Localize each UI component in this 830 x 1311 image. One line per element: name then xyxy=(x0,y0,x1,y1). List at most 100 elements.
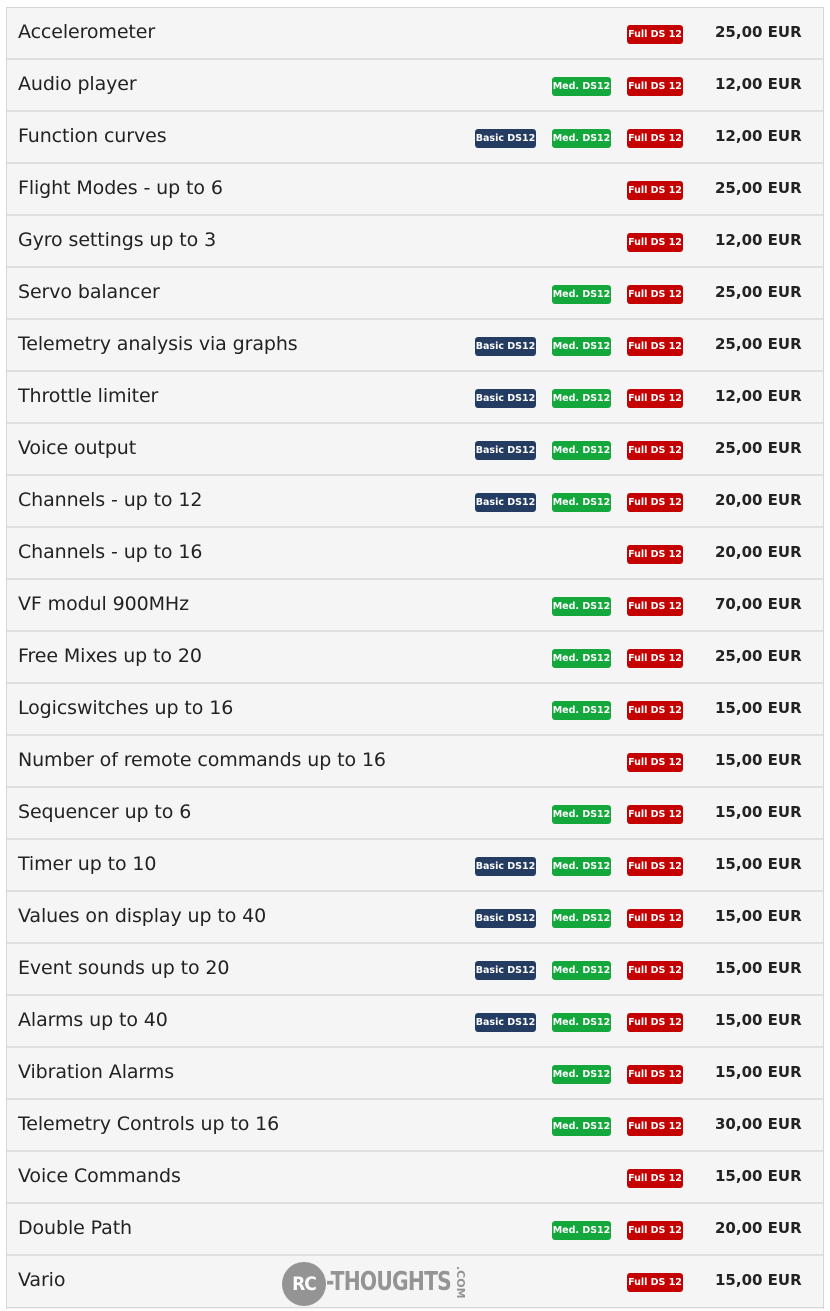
table-row: Audio player Med. DS12 Full DS 12 12,00 EUR xyxy=(7,60,823,112)
full-ds12-badge: Full DS 12 xyxy=(627,909,683,928)
feature-name: Throttle limiter xyxy=(18,385,159,407)
med-ds12-badge: Med. DS12 xyxy=(552,597,611,616)
med-ds12-badge: Med. DS12 xyxy=(552,129,611,148)
basic-ds12-badge: Basic DS12 xyxy=(475,441,536,460)
med-ds12-badge: Med. DS12 xyxy=(552,1013,611,1032)
feature-price: 25,00 EUR xyxy=(715,179,802,197)
feature-name: Servo balancer xyxy=(18,281,160,303)
table-row: Double Path Med. DS12 Full DS 12 20,00 EUR xyxy=(7,1204,823,1256)
table-row: Event sounds up to 20 Basic DS12 Med. DS12… xyxy=(7,944,823,996)
med-ds12-badge: Med. DS12 xyxy=(552,285,611,304)
table-row: Voice Commands Full DS 12 15,00 EUR xyxy=(7,1152,823,1204)
feature-name: Accelerometer xyxy=(18,21,156,43)
med-ds12-badge: Med. DS12 xyxy=(552,1117,611,1136)
full-ds12-badge: Full DS 12 xyxy=(627,129,683,148)
table-row: Logicswitches up to 16 Med. DS12 Full DS 1… xyxy=(7,684,823,736)
full-ds12-badge: Full DS 12 xyxy=(627,25,683,44)
feature-name: Vibration Alarms xyxy=(18,1061,175,1083)
full-ds12-badge: Full DS 12 xyxy=(627,181,683,200)
table-row: Voice output Basic DS12 Med. DS12 Full DS 1… xyxy=(7,424,823,476)
table-row: Number of remote commands up to 16 Full D… xyxy=(7,736,823,788)
feature-name: Number of remote commands up to 16 xyxy=(18,749,386,771)
feature-name: Voice Commands xyxy=(18,1165,181,1187)
feature-price: 12,00 EUR xyxy=(715,231,802,249)
full-ds12-badge: Full DS 12 xyxy=(627,1013,683,1032)
table-row: Vario Full DS 12 15,00 EUR xyxy=(7,1256,823,1308)
table-row: Flight Modes - up to 6 Full DS 12 25,00 EU… xyxy=(7,164,823,216)
med-ds12-badge: Med. DS12 xyxy=(552,961,611,980)
med-ds12-badge: Med. DS12 xyxy=(552,441,611,460)
feature-name: Telemetry Controls up to 16 xyxy=(18,1113,280,1135)
med-ds12-badge: Med. DS12 xyxy=(552,337,611,356)
feature-name: Gyro settings up to 3 xyxy=(18,229,217,251)
full-ds12-badge: Full DS 12 xyxy=(627,233,683,252)
table-row: Throttle limiter Basic DS12 Med. DS12 Full … xyxy=(7,372,823,424)
full-ds12-badge: Full DS 12 xyxy=(627,77,683,96)
feature-price: 20,00 EUR xyxy=(715,491,802,509)
basic-ds12-badge: Basic DS12 xyxy=(475,337,536,356)
feature-price: 25,00 EUR xyxy=(715,647,802,665)
basic-ds12-badge: Basic DS12 xyxy=(475,129,536,148)
table-row: Servo balancer Med. DS12 Full DS 12 25,00 E… xyxy=(7,268,823,320)
feature-price: 70,00 EUR xyxy=(715,595,802,613)
feature-price-table: Accelerometer Full DS 12 25,00 EUR Audio pl… xyxy=(6,7,824,1309)
table-row: Function curves Basic DS12 Med. DS12 Full D… xyxy=(7,112,823,164)
feature-name: Double Path xyxy=(18,1217,133,1239)
feature-price: 20,00 EUR xyxy=(715,1219,802,1237)
full-ds12-badge: Full DS 12 xyxy=(627,1273,683,1292)
full-ds12-badge: Full DS 12 xyxy=(627,961,683,980)
feature-name: Free Mixes up to 20 xyxy=(18,645,202,667)
full-ds12-badge: Full DS 12 xyxy=(627,545,683,564)
table-row: VF modul 900MHz Med. DS12 Full DS 12 70,00 … xyxy=(7,580,823,632)
feature-name: Audio player xyxy=(18,73,137,95)
feature-name: Timer up to 10 xyxy=(18,853,157,875)
feature-price: 15,00 EUR xyxy=(715,1271,802,1289)
feature-name: Channels - up to 16 xyxy=(18,541,203,563)
feature-name: Event sounds up to 20 xyxy=(18,957,230,979)
feature-price: 20,00 EUR xyxy=(715,543,802,561)
med-ds12-badge: Med. DS12 xyxy=(552,1065,611,1084)
med-ds12-badge: Med. DS12 xyxy=(552,493,611,512)
med-ds12-badge: Med. DS12 xyxy=(552,909,611,928)
med-ds12-badge: Med. DS12 xyxy=(552,77,611,96)
med-ds12-badge: Med. DS12 xyxy=(552,649,611,668)
feature-name: Flight Modes - up to 6 xyxy=(18,177,223,199)
feature-price: 15,00 EUR xyxy=(715,1011,802,1029)
feature-name: Values on display up to 40 xyxy=(18,905,267,927)
feature-price: 12,00 EUR xyxy=(715,127,802,145)
feature-price: 25,00 EUR xyxy=(715,23,802,41)
feature-price: 15,00 EUR xyxy=(715,959,802,977)
med-ds12-badge: Med. DS12 xyxy=(552,1221,611,1240)
table-row: Telemetry analysis via graphs Basic DS12 M… xyxy=(7,320,823,372)
feature-name: Alarms up to 40 xyxy=(18,1009,168,1031)
full-ds12-badge: Full DS 12 xyxy=(627,337,683,356)
basic-ds12-badge: Basic DS12 xyxy=(475,1013,536,1032)
feature-name: Function curves xyxy=(18,125,167,147)
feature-price: 25,00 EUR xyxy=(715,283,802,301)
feature-price: 12,00 EUR xyxy=(715,75,802,93)
table-row: Channels - up to 12 Basic DS12 Med. DS12 Fu… xyxy=(7,476,823,528)
table-row: Alarms up to 40 Basic DS12 Med. DS12 Full D… xyxy=(7,996,823,1048)
full-ds12-badge: Full DS 12 xyxy=(627,389,683,408)
feature-price: 15,00 EUR xyxy=(715,855,802,873)
basic-ds12-badge: Basic DS12 xyxy=(475,389,536,408)
med-ds12-badge: Med. DS12 xyxy=(552,389,611,408)
full-ds12-badge: Full DS 12 xyxy=(627,1065,683,1084)
full-ds12-badge: Full DS 12 xyxy=(627,1117,683,1136)
med-ds12-badge: Med. DS12 xyxy=(552,857,611,876)
feature-name: VF modul 900MHz xyxy=(18,593,189,615)
full-ds12-badge: Full DS 12 xyxy=(627,701,683,720)
feature-name: Voice output xyxy=(18,437,137,459)
table-row: Free Mixes up to 20 Med. DS12 Full DS 12 25… xyxy=(7,632,823,684)
feature-price: 15,00 EUR xyxy=(715,751,802,769)
full-ds12-badge: Full DS 12 xyxy=(627,649,683,668)
feature-name: Logicswitches up to 16 xyxy=(18,697,234,719)
feature-name: Channels - up to 12 xyxy=(18,489,203,511)
full-ds12-badge: Full DS 12 xyxy=(627,1221,683,1240)
basic-ds12-badge: Basic DS12 xyxy=(475,909,536,928)
feature-price: 15,00 EUR xyxy=(715,1167,802,1185)
table-row: Channels - up to 16 Full DS 12 20,00 EUR xyxy=(7,528,823,580)
feature-price: 15,00 EUR xyxy=(715,1063,802,1081)
feature-price: 25,00 EUR xyxy=(715,439,802,457)
med-ds12-badge: Med. DS12 xyxy=(552,701,611,720)
